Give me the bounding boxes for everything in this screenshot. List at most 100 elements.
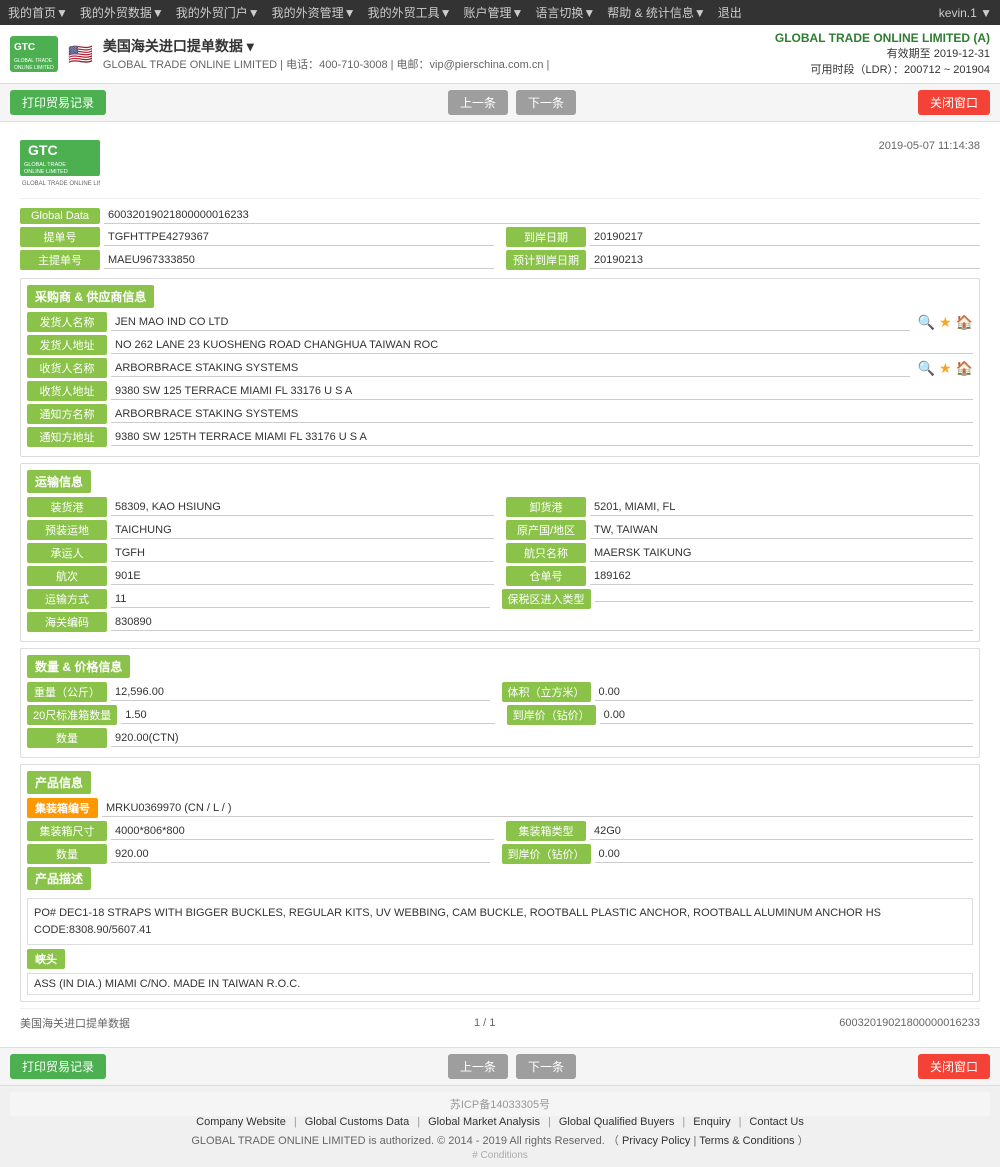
footer-contact-us[interactable]: Contact Us bbox=[749, 1116, 803, 1128]
preloading-label: 预装运地 bbox=[27, 520, 107, 540]
buyer-supplier-section: 采购商 & 供应商信息 发货人名称 JEN MAO IND CO LTD 🔍 ★… bbox=[20, 278, 980, 457]
nav-foreign-mgmt[interactable]: 我的外资管理▼ bbox=[272, 4, 356, 21]
vessel-value: MAERSK TAIKUNG bbox=[590, 545, 973, 562]
validity-date: 有效期至 2019-12-31 bbox=[775, 45, 990, 61]
page-footer: 苏ICP备14033305号 Company Website | Global … bbox=[0, 1085, 1000, 1167]
bottom-prev-button[interactable]: 上一条 bbox=[448, 1054, 508, 1079]
transport-section: 运输信息 装货港 58309, KAO HSIUNG 卸货港 5201, MIA… bbox=[20, 463, 980, 642]
bottom-print-button[interactable]: 打印贸易记录 bbox=[10, 1054, 106, 1079]
customs-code-row: 海关编码 830890 bbox=[27, 612, 973, 632]
vessel-label: 航只名称 bbox=[506, 543, 586, 563]
carrier-row: 承运人 TGFH 航只名称 MAERSK TAIKUNG bbox=[27, 543, 973, 563]
bottom-toolbar: 打印贸易记录 上一条 下一条 关闭窗口 bbox=[0, 1047, 1000, 1085]
top-navigation: 我的首页▼ 我的外贸数据▼ 我的外贸门户▼ 我的外资管理▼ 我的外贸工具▼ 账户… bbox=[0, 0, 1000, 25]
flag-icon: 🇺🇸 bbox=[68, 42, 93, 67]
nav-home[interactable]: 我的首页▼ bbox=[8, 4, 68, 21]
volume-value: 0.00 bbox=[595, 684, 974, 701]
consignee-search-icon[interactable]: 🔍 bbox=[918, 360, 935, 377]
teu20-value: 1.50 bbox=[121, 707, 494, 724]
transport-mode-row: 运输方式 11 保税区进入类型 bbox=[27, 589, 973, 609]
doc-footer: 美国海关进口提单数据 1 / 1 60032019021800000016233 bbox=[20, 1008, 980, 1037]
footer-copyright: GLOBAL TRADE ONLINE LIMITED is authorize… bbox=[10, 1132, 990, 1148]
header-left: GTC GLOBAL TRADE ONLINE LIMITED 🇺🇸 美国海关进… bbox=[10, 36, 549, 72]
weight-row: 重量（公斤） 12,596.00 体积（立方米） 0.00 bbox=[27, 682, 973, 702]
doc-logo-icon: GTC GLOBAL TRADE ONLINE LIMITED GLOBAL T… bbox=[20, 140, 100, 190]
nav-trade-portal[interactable]: 我的外贸门户▼ bbox=[176, 4, 260, 21]
weight-label: 重量（公斤） bbox=[27, 682, 107, 702]
consignee-home-icon[interactable]: 🏠 bbox=[956, 360, 973, 377]
nav-account[interactable]: 账户管理▼ bbox=[463, 4, 523, 21]
remark-header: 峡头 bbox=[27, 949, 65, 969]
footer-company-website[interactable]: Company Website bbox=[196, 1116, 286, 1128]
teu20-label: 20尺标准箱数量 bbox=[27, 705, 117, 725]
search-icon[interactable]: 🔍 bbox=[918, 314, 935, 331]
footer-links: Company Website | Global Customs Data | … bbox=[10, 1116, 990, 1128]
page-title: 美国海关进口提单数据 ▾ bbox=[103, 36, 549, 56]
footer-qualified-buyers[interactable]: Global Qualified Buyers bbox=[559, 1116, 675, 1128]
arrival-price-label: 到岸价（钻价） bbox=[507, 705, 596, 725]
master-bill-label: 主提单号 bbox=[20, 250, 100, 270]
svg-text:ONLINE LIMITED: ONLINE LIMITED bbox=[24, 169, 68, 175]
doc-footer-label: 美国海关进口提单数据 bbox=[20, 1015, 130, 1031]
manifest-value: 189162 bbox=[590, 568, 973, 585]
master-bill-row: 主提单号 MAEU967333850 预计到岸日期 20190213 bbox=[20, 250, 980, 270]
nav-help[interactable]: 帮助 & 统计信息▼ bbox=[607, 4, 706, 21]
global-data-label: Global Data bbox=[20, 208, 100, 224]
product-desc-header: 产品描述 bbox=[27, 867, 91, 890]
bonded-zone-label: 保税区进入类型 bbox=[502, 589, 591, 609]
doc-logo: GTC GLOBAL TRADE ONLINE LIMITED GLOBAL T… bbox=[20, 140, 100, 190]
close-button[interactable]: 关闭窗口 bbox=[918, 90, 990, 115]
nav-logout[interactable]: 退出 bbox=[718, 4, 742, 21]
bottom-next-button[interactable]: 下一条 bbox=[516, 1054, 576, 1079]
home-icon[interactable]: 🏠 bbox=[956, 314, 973, 331]
top-toolbar: 打印贸易记录 上一条 下一条 关闭窗口 bbox=[0, 84, 1000, 122]
container-size-row: 集装箱尺寸 4000*806*800 集装箱类型 42G0 bbox=[27, 821, 973, 841]
preloading-value: TAICHUNG bbox=[111, 522, 494, 539]
nav-trade-tools[interactable]: 我的外贸工具▼ bbox=[368, 4, 452, 21]
notify-name-value: ARBORBRACE STAKING SYSTEMS bbox=[111, 406, 973, 423]
qty-row: 数量 920.00(CTN) bbox=[27, 728, 973, 748]
footer-customs-data[interactable]: Global Customs Data bbox=[305, 1116, 410, 1128]
teu-row: 20尺标准箱数量 1.50 到岸价（钻价） 0.00 bbox=[27, 705, 973, 725]
footer-enquiry[interactable]: Enquiry bbox=[693, 1116, 730, 1128]
notify-addr-row: 通知方地址 9380 SW 125TH TERRACE MIAMI FL 331… bbox=[27, 427, 973, 447]
notify-name-label: 通知方名称 bbox=[27, 404, 107, 424]
svg-text:GLOBAL TRADE ONLINE LIMITED: GLOBAL TRADE ONLINE LIMITED bbox=[22, 181, 100, 187]
consignee-star-icon[interactable]: ★ bbox=[939, 360, 952, 377]
icp-notice: 苏ICP备14033305号 bbox=[10, 1092, 990, 1116]
bottom-close-button[interactable]: 关闭窗口 bbox=[918, 1054, 990, 1079]
footer-market-analysis[interactable]: Global Market Analysis bbox=[428, 1116, 540, 1128]
customs-code-label: 海关编码 bbox=[27, 612, 107, 632]
discharge-port-value: 5201, MIAMI, FL bbox=[590, 499, 973, 516]
prev-button[interactable]: 上一条 bbox=[448, 90, 508, 115]
qty-value: 920.00(CTN) bbox=[111, 730, 973, 747]
product-header: 产品信息 bbox=[27, 771, 91, 794]
shipper-name-label: 发货人名称 bbox=[27, 312, 107, 332]
prod-qty-value: 920.00 bbox=[111, 846, 490, 863]
arrival-price-value: 0.00 bbox=[600, 707, 973, 724]
buyer-supplier-header: 采购商 & 供应商信息 bbox=[27, 285, 154, 308]
svg-text:GTC: GTC bbox=[28, 142, 58, 158]
container-badge: 集装箱编号 bbox=[27, 798, 98, 818]
star-icon[interactable]: ★ bbox=[939, 314, 952, 331]
notify-addr-value: 9380 SW 125TH TERRACE MIAMI FL 33176 U S… bbox=[111, 429, 973, 446]
bill-row: 提单号 TGFHTTPE4279367 到岸日期 20190217 bbox=[20, 227, 980, 247]
container-size-label: 集装箱尺寸 bbox=[27, 821, 107, 841]
bill-label: 提单号 bbox=[20, 227, 100, 247]
consignee-name-row: 收货人名称 ARBORBRACE STAKING SYSTEMS 🔍 ★ 🏠 bbox=[27, 358, 973, 378]
consignee-name-value: ARBORBRACE STAKING SYSTEMS bbox=[111, 360, 910, 377]
footer-privacy[interactable]: Privacy Policy bbox=[622, 1135, 690, 1147]
quantity-price-header: 数量 & 价格信息 bbox=[27, 655, 130, 678]
container-row: 集装箱编号 MRKU0369970 (CN / L / ) bbox=[27, 798, 973, 818]
footer-terms[interactable]: Terms & Conditions bbox=[699, 1135, 794, 1147]
product-section: 产品信息 集装箱编号 MRKU0369970 (CN / L / ) 集装箱尺寸… bbox=[20, 764, 980, 1002]
nav-trade-data[interactable]: 我的外贸数据▼ bbox=[80, 4, 164, 21]
transport-mode-value: 11 bbox=[111, 591, 490, 608]
next-button[interactable]: 下一条 bbox=[516, 90, 576, 115]
header-title-group: 美国海关进口提单数据 ▾ GLOBAL TRADE ONLINE LIMITED… bbox=[103, 36, 549, 72]
transport-mode-label: 运输方式 bbox=[27, 589, 107, 609]
preloading-row: 预装运地 TAICHUNG 原产国/地区 TW, TAIWAN bbox=[27, 520, 973, 540]
nav-language[interactable]: 语言切换▼ bbox=[535, 4, 595, 21]
print-button[interactable]: 打印贸易记录 bbox=[10, 90, 106, 115]
doc-footer-record-id: 60032019021800000016233 bbox=[839, 1017, 980, 1029]
